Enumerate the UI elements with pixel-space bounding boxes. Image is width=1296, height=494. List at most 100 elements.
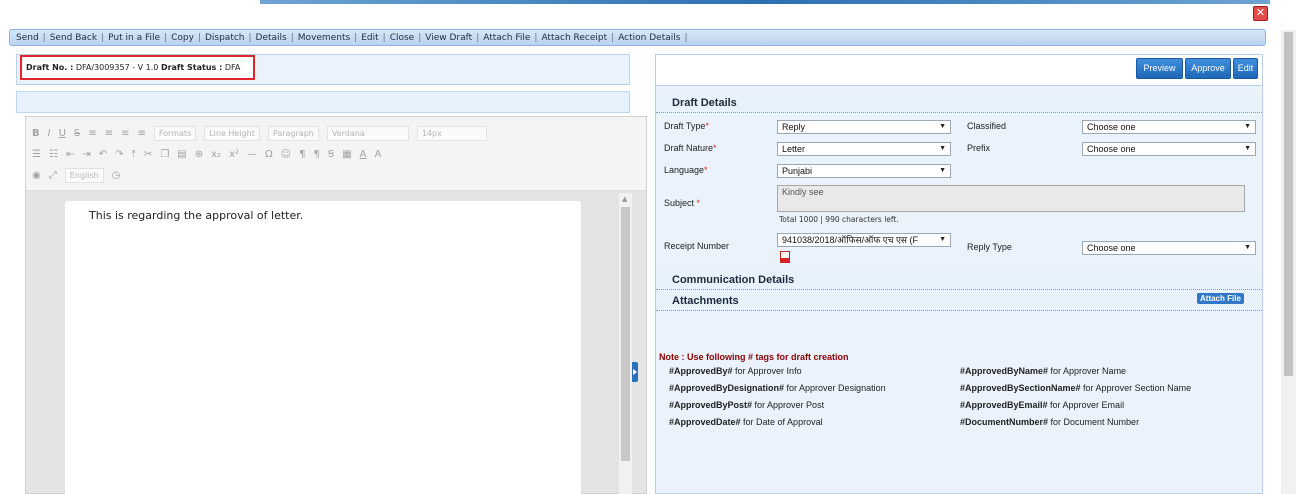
paste-icon[interactable]: ▤ — [177, 149, 186, 160]
toolbar-dispatch[interactable]: Dispatch — [205, 33, 245, 43]
language-label: Language* — [664, 165, 708, 175]
attach-file-button[interactable]: Attach File — [1197, 293, 1244, 304]
formats-dropdown[interactable]: Formats — [153, 126, 197, 141]
font-family-dropdown[interactable]: Verdana — [326, 126, 409, 141]
toolbar-separator: | — [476, 32, 480, 43]
toolbar-view-draft[interactable]: View Draft — [425, 33, 472, 43]
action-toolbar: Send | Send Back | Put in a File | Copy | Di… — [9, 29, 1266, 46]
subject-textarea[interactable]: Kindly see — [777, 185, 1245, 212]
toolbar-action-details[interactable]: Action Details — [618, 33, 680, 43]
align-right-icon[interactable]: ≡ — [121, 128, 129, 139]
scroll-up-icon[interactable]: ▲ — [622, 195, 627, 203]
horizontal-line-icon[interactable]: — — [247, 149, 257, 160]
toolbar-separator: | — [164, 32, 168, 43]
subscript-icon[interactable]: x₂ — [211, 149, 221, 160]
editor-body-text[interactable]: This is regarding the approval of letter… — [89, 209, 303, 222]
page-scroll-thumb[interactable] — [1284, 32, 1293, 376]
underline-icon[interactable]: U — [59, 128, 66, 139]
preview-button[interactable]: Preview — [1136, 58, 1183, 79]
window-header: ✕ — [0, 0, 1296, 25]
paragraph-dropdown[interactable]: Paragraph — [267, 126, 319, 141]
close-window-button[interactable]: ✕ — [1253, 6, 1268, 21]
special-char-icon[interactable]: Ω — [265, 149, 273, 160]
superscript-icon[interactable]: x² — [229, 149, 239, 160]
classified-label: Classified — [967, 121, 1007, 131]
numbered-list-icon[interactable]: ☷ — [49, 149, 58, 160]
toolbar-movements[interactable]: Movements — [298, 33, 350, 43]
toolbar-attach-receipt[interactable]: Attach Receipt — [541, 33, 607, 43]
rich-text-editor: B I U S ≡ ≡ ≡ ≡ Formats Line Height Para… — [25, 116, 647, 494]
line-height-dropdown[interactable]: Line Height — [204, 126, 260, 141]
communication-details-header[interactable]: Communication Details — [656, 270, 1262, 290]
align-justify-icon[interactable]: ≡ — [137, 128, 145, 139]
language-dropdown[interactable]: English — [64, 168, 104, 183]
page-scrollbar[interactable] — [1281, 30, 1296, 494]
strikethrough-icon[interactable]: S — [74, 128, 80, 139]
prefix-select[interactable]: Choose one ▼ — [1082, 142, 1256, 156]
draft-number-box: Draft No. : DFA/3009357 - V 1.0 Draft St… — [20, 55, 255, 80]
align-left-icon[interactable]: ≡ — [88, 128, 96, 139]
align-center-icon[interactable]: ≡ — [105, 128, 113, 139]
redo-icon[interactable]: ↷ — [115, 149, 123, 160]
clear-format-icon[interactable]: Ꞩ — [328, 149, 334, 160]
fullscreen-icon[interactable]: ⤢ — [49, 170, 57, 181]
bullet-list-icon[interactable]: ☰ — [32, 149, 41, 160]
pdf-icon[interactable] — [780, 251, 790, 263]
toolbar-attach-file[interactable]: Attach File — [483, 33, 530, 43]
editor-document[interactable]: This is regarding the approval of letter… — [65, 201, 581, 494]
tag-approved-by: #ApprovedBy# for Approver Info — [669, 366, 802, 376]
editor-scroll-thumb[interactable] — [621, 207, 630, 461]
toolbar-edit[interactable]: Edit — [361, 33, 378, 43]
edit-button[interactable]: Edit — [1233, 58, 1258, 79]
toolbar-separator: | — [534, 32, 538, 43]
tag-approved-by-designation: #ApprovedByDesignation# for Approver Des… — [669, 383, 886, 393]
upload-icon[interactable]: ⤒ — [132, 149, 136, 160]
find-icon[interactable]: ⊕ — [195, 149, 203, 160]
reply-type-select[interactable]: Choose one ▼ — [1082, 241, 1256, 255]
toolbar-separator: | — [418, 32, 422, 43]
editor-toolbar-row-2: ☰ ☷ ⇤ ⇥ ↶ ↷ ⤒ ✂ ❐ ▤ ⊕ x₂ x² — Ω ☺ ¶ ¶ Ꞩ … — [32, 144, 640, 165]
tag-approved-by-email: #ApprovedByEmail# for Approver Email — [960, 400, 1125, 410]
draft-number-value: DFA/3009357 - V 1.0 — [75, 63, 159, 72]
toolbar-separator: | — [197, 32, 201, 43]
undo-icon[interactable]: ↶ — [99, 149, 107, 160]
font-size-dropdown[interactable]: 14px — [416, 126, 487, 141]
cut-icon[interactable]: ✂ — [144, 149, 152, 160]
text-color-icon[interactable]: A — [360, 149, 367, 160]
draft-type-select[interactable]: Reply ▼ — [777, 120, 951, 134]
clock-icon[interactable]: ◷ — [112, 170, 121, 181]
editor-scrollbar[interactable]: ▲ — [619, 193, 632, 494]
toolbar-copy[interactable]: Copy — [171, 33, 194, 43]
italic-icon[interactable]: I — [48, 128, 51, 139]
receipt-number-select[interactable]: 941038/2018/ऑफिस/ऑफ एच एस (F ▼ — [777, 233, 951, 247]
subject-char-counter: Total 1000 | 990 characters left. — [779, 215, 899, 224]
copy-icon[interactable]: ❐ — [160, 149, 169, 160]
paragraph-ltr-icon[interactable]: ¶ — [299, 149, 305, 160]
toolbar-send-back[interactable]: Send Back — [50, 33, 97, 43]
preview-eye-icon[interactable]: ◉ — [32, 170, 41, 181]
toolbar-close[interactable]: Close — [390, 33, 415, 43]
bold-icon[interactable]: B — [32, 128, 40, 139]
draft-status-value: DFA — [224, 63, 241, 72]
language-select[interactable]: Punjabi ▼ — [777, 164, 951, 178]
toolbar-details[interactable]: Details — [256, 33, 287, 43]
toolbar-separator: | — [382, 32, 386, 43]
toolbar-put-in-file[interactable]: Put in a File — [108, 33, 160, 43]
indent-icon[interactable]: ⇥ — [82, 149, 90, 160]
draft-nature-select[interactable]: Letter ▼ — [777, 142, 951, 156]
classified-select[interactable]: Choose one ▼ — [1082, 120, 1256, 134]
highlight-color-icon[interactable]: A — [375, 149, 382, 160]
toolbar-send[interactable]: Send — [16, 33, 39, 43]
tag-document-number: #DocumentNumber# for Document Number — [960, 417, 1140, 427]
editor-toolbar-row-1: B I U S ≡ ≡ ≡ ≡ Formats Line Height Para… — [32, 123, 640, 144]
receipt-number-label: Receipt Number — [664, 241, 730, 251]
table-icon[interactable]: ▦ — [342, 149, 351, 160]
action-button-bar: Preview Approve Edit — [656, 55, 1262, 86]
approve-button[interactable]: Approve — [1185, 58, 1231, 79]
collapse-panel-toggle[interactable] — [632, 362, 638, 382]
emoticon-icon[interactable]: ☺ — [281, 149, 291, 160]
draft-status-label: Draft Status : — [160, 63, 223, 72]
paragraph-rtl-icon[interactable]: ¶ — [313, 149, 319, 160]
toolbar-separator: | — [354, 32, 358, 43]
outdent-icon[interactable]: ⇤ — [66, 149, 74, 160]
